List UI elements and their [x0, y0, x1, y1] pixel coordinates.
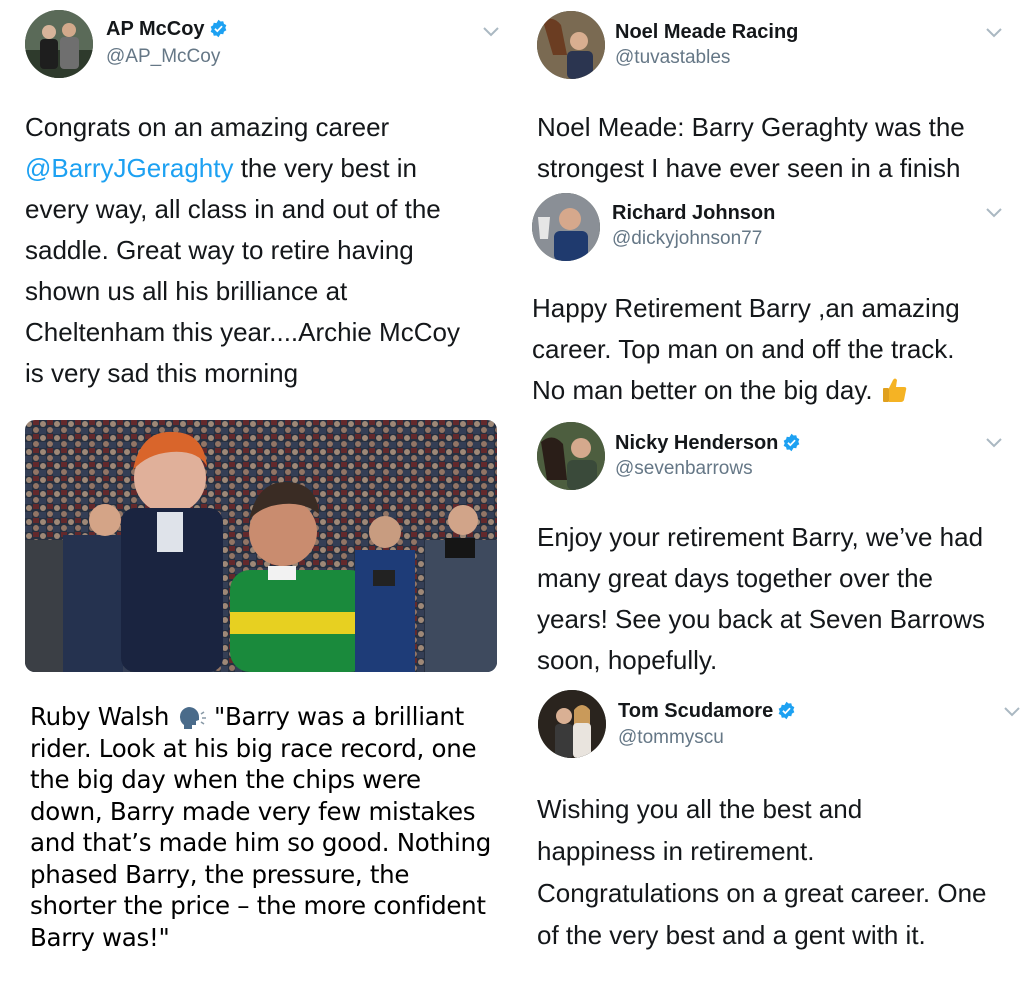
mention-link[interactable]: @BarryJGeraghty [25, 153, 233, 183]
avatar[interactable] [532, 193, 600, 261]
chevron-down-icon[interactable] [985, 437, 1003, 449]
handle[interactable]: @sevenbarrows [615, 458, 753, 480]
chevron-down-icon[interactable] [985, 27, 1003, 39]
thumbs-up-icon [882, 378, 907, 402]
quote-text: Ruby Walsh "Barry was a brilliant rider.… [30, 702, 491, 952]
display-name[interactable]: Nicky Henderson [615, 432, 801, 455]
verified-badge-icon [784, 433, 800, 452]
avatar[interactable] [537, 422, 605, 490]
tweet-photo[interactable] [25, 420, 497, 672]
handle[interactable]: @AP_McCoy [106, 46, 220, 68]
handle[interactable]: @dickyjohnson77 [612, 228, 762, 250]
verified-badge-icon [210, 19, 226, 38]
avatar[interactable] [25, 10, 93, 78]
tweet-text: Wishing you all the best and happiness i… [537, 794, 987, 950]
handle[interactable]: @tommyscu [618, 727, 724, 749]
tweet-text: Happy Retirement Barry ,an amazing caree… [532, 293, 960, 405]
tweet-text: Enjoy your retirement Barry, we’ve had m… [537, 522, 986, 675]
chevron-down-icon[interactable] [482, 26, 500, 38]
display-name[interactable]: Richard Johnson [612, 202, 775, 225]
chevron-down-icon[interactable] [985, 207, 1003, 219]
avatar[interactable] [537, 11, 605, 79]
display-name[interactable]: Tom Scudamore [618, 700, 796, 723]
avatar[interactable] [538, 690, 606, 758]
chevron-down-icon[interactable] [1003, 706, 1021, 718]
verified-badge-icon [778, 701, 795, 720]
tweet-text: Congrats on an amazing career @BarryJGer… [25, 112, 460, 388]
display-name[interactable]: Noel Meade Racing [615, 21, 798, 44]
tweet-text: Noel Meade: Barry Geraghty was the stron… [537, 112, 965, 183]
handle[interactable]: @tuvastables [615, 47, 730, 69]
display-name[interactable]: AP McCoy [106, 18, 228, 41]
speaking-head-icon [179, 707, 206, 729]
